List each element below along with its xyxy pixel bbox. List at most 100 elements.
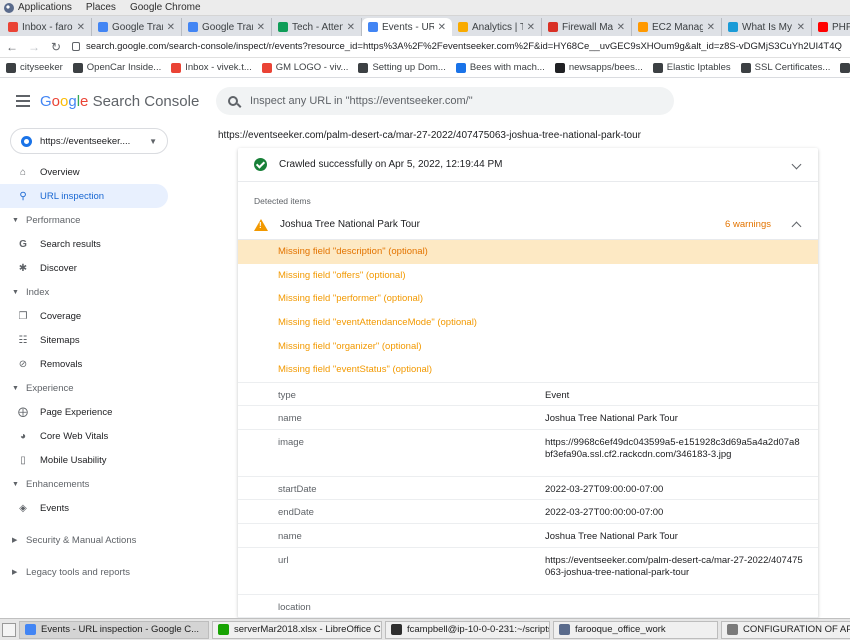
bookmark-item[interactable]: Inbox - vivek.t... bbox=[171, 62, 252, 73]
tab-label: Inbox - faro bbox=[22, 21, 73, 33]
bookmark-item[interactable]: SSL Certificates... bbox=[740, 62, 830, 73]
sidebar-item-sitemaps[interactable]: ☷ Sitemaps bbox=[0, 328, 168, 352]
section-index[interactable]: ▼ Index bbox=[0, 280, 178, 304]
browser-tab[interactable]: PHP ✕ bbox=[812, 18, 850, 36]
browser-tab[interactable]: Google Tran ✕ bbox=[182, 18, 272, 36]
sidebar-item-core-web-vitals[interactable]: ◕ Core Web Vitals bbox=[0, 424, 168, 448]
bookmark-label: Elastic Iptables bbox=[666, 62, 731, 73]
bookmark-icon bbox=[455, 62, 466, 73]
missing-field-warning[interactable]: Missing field "offers" (optional) bbox=[238, 264, 818, 288]
taskbar-window-button[interactable]: farooque_office_work bbox=[553, 620, 718, 639]
detected-item-row[interactable]: Joshua Tree National Park Tour 6 warning… bbox=[238, 210, 818, 240]
sidebar-item-discover[interactable]: ✱ Discover bbox=[0, 256, 168, 280]
search-console-logo[interactable]: Google Search Console bbox=[40, 93, 216, 110]
browser-tab[interactable]: Google Tran ✕ bbox=[92, 18, 182, 36]
copy-icon: ❐ bbox=[18, 310, 28, 322]
check-circle-icon bbox=[254, 158, 267, 171]
missing-field-warning[interactable]: Missing field "description" (optional) bbox=[238, 240, 818, 264]
browser-tab[interactable]: What Is My ✕ bbox=[722, 18, 812, 36]
missing-fields-list: Missing field "description" (optional) Mi… bbox=[238, 240, 818, 382]
home-icon: ⌂ bbox=[19, 166, 27, 178]
missing-field-warning[interactable]: Missing field "organizer" (optional) bbox=[238, 334, 818, 358]
os-menu-chrome[interactable]: Google Chrome bbox=[130, 2, 201, 13]
bookmark-label: Inbox - vivek.t... bbox=[185, 62, 252, 73]
property-selector[interactable]: https://eventseeker.... ▼ bbox=[10, 128, 168, 154]
menu-icon[interactable] bbox=[16, 95, 30, 107]
gsc-header: Google Search Console Inspect any URL in… bbox=[0, 78, 850, 124]
caret-down-icon: ▼ bbox=[12, 480, 19, 488]
close-icon[interactable]: ✕ bbox=[527, 22, 535, 33]
sidebar-item-mobile-usability[interactable]: ▯ Mobile Usability bbox=[0, 448, 168, 472]
missing-field-warning[interactable]: Missing field "performer" (optional) bbox=[238, 287, 818, 311]
warning-icon bbox=[254, 218, 268, 231]
close-icon[interactable]: ✕ bbox=[167, 22, 175, 33]
bookmark-item[interactable]: Elastic Iptables bbox=[652, 62, 731, 73]
crawl-status-row[interactable]: Crawled successfully on Apr 5, 2022, 12:… bbox=[238, 148, 818, 182]
browser-tab[interactable]: Inbox - faro ✕ bbox=[2, 18, 92, 36]
close-icon[interactable]: ✕ bbox=[617, 22, 625, 33]
section-legacy[interactable]: ▶ Legacy tools and reports bbox=[0, 560, 178, 584]
chevron-up-icon[interactable] bbox=[791, 221, 802, 232]
sidebar-item-url-inspection[interactable]: ⚲ URL inspection bbox=[0, 184, 168, 208]
tab-label: Google Tran bbox=[202, 21, 253, 33]
browser-tab[interactable]: Tech - Atten ✕ bbox=[272, 18, 362, 36]
bookmark-item[interactable]: cityseeker bbox=[6, 62, 63, 73]
browser-tab[interactable]: Firewall Ma ✕ bbox=[542, 18, 632, 36]
os-menu-places[interactable]: Places bbox=[86, 2, 116, 13]
close-icon[interactable]: ✕ bbox=[707, 22, 715, 33]
sidebar-item-coverage[interactable]: ❐ Coverage bbox=[0, 304, 168, 328]
close-icon[interactable]: ✕ bbox=[77, 22, 85, 33]
chevron-down-icon[interactable] bbox=[791, 159, 802, 170]
close-icon[interactable]: ✕ bbox=[438, 22, 446, 33]
tab-label: PHP bbox=[832, 21, 850, 33]
os-menu-applications[interactable]: Applications bbox=[18, 2, 72, 13]
browser-tab[interactable]: Events - UR ✕ bbox=[362, 18, 452, 36]
taskbar-window-button[interactable]: CONFIGURATION OF APACHI SS bbox=[721, 620, 850, 639]
taskbar-window-label: serverMar2018.xlsx - LibreOffice Calc bbox=[234, 624, 382, 635]
sidebar-item-search-results[interactable]: G Search results bbox=[0, 232, 168, 256]
dropdown-caret-icon: ▼ bbox=[149, 136, 157, 146]
lock-icon[interactable] bbox=[72, 42, 80, 51]
bookmark-item[interactable]: Setting up Dom... bbox=[358, 62, 446, 73]
taskbar-window-button[interactable]: serverMar2018.xlsx - LibreOffice Calc bbox=[212, 620, 382, 639]
property-label: https://eventseeker.... bbox=[40, 135, 131, 147]
sidebar-item-page-experience[interactable]: ⨁ Page Experience bbox=[0, 400, 168, 424]
taskbar-window-button[interactable]: fcampbell@ip-10-0-0-231:~/scripts bbox=[385, 620, 550, 639]
section-enhancements[interactable]: ▼ Enhancements bbox=[0, 472, 178, 496]
sitemap-icon: ☷ bbox=[18, 334, 28, 346]
close-icon[interactable]: ✕ bbox=[257, 22, 265, 33]
back-icon[interactable]: ← bbox=[6, 40, 18, 54]
bookmark-label: Bees with mach... bbox=[469, 62, 545, 73]
aws-icon bbox=[638, 22, 648, 32]
bookmark-item[interactable]: newsapps/bees... bbox=[554, 62, 643, 73]
close-icon[interactable]: ✕ bbox=[797, 22, 805, 33]
bookmark-item[interactable]: Bees with mach... bbox=[455, 62, 545, 73]
close-icon[interactable]: ✕ bbox=[347, 22, 355, 33]
detected-items-label: Detected items bbox=[254, 196, 311, 206]
show-desktop-button[interactable] bbox=[2, 622, 16, 637]
bookmark-item[interactable]: OpenCar Inside... bbox=[72, 62, 161, 73]
section-experience[interactable]: ▼ Experience bbox=[0, 376, 178, 400]
sidebar-item-overview[interactable]: ⌂ Overview bbox=[0, 160, 168, 184]
reload-icon[interactable]: ↻ bbox=[50, 40, 62, 54]
browser-tab[interactable]: EC2 Manage ✕ bbox=[632, 18, 722, 36]
search-placeholder: Inspect any URL in "https://eventseeker.… bbox=[250, 95, 473, 107]
taskbar: Events - URL inspection - Google C... se… bbox=[0, 618, 850, 640]
browser-tab[interactable]: Analytics | T ✕ bbox=[452, 18, 542, 36]
section-performance[interactable]: ▼ Performance bbox=[0, 208, 178, 232]
inspection-card: Crawled successfully on Apr 5, 2022, 12:… bbox=[238, 148, 818, 618]
address-bar[interactable]: search.google.com/search-console/inspect… bbox=[72, 41, 844, 52]
sidebar-item-events[interactable]: ◈ Events bbox=[0, 496, 168, 520]
missing-field-warning[interactable]: Missing field "eventAttendanceMode" (opt… bbox=[238, 311, 818, 335]
forward-icon[interactable]: → bbox=[28, 40, 40, 54]
google-translate-icon bbox=[188, 22, 198, 32]
bookmark-item[interactable]: GM LOGO - viv... bbox=[261, 62, 348, 73]
taskbar-window-label: farooque_office_work bbox=[575, 624, 666, 635]
sidebar-item-removals[interactable]: ⊘ Removals bbox=[0, 352, 168, 376]
missing-field-warning[interactable]: Missing field "eventStatus" (optional) bbox=[238, 358, 818, 382]
properties-list: type Event name Joshua Tree National Park T… bbox=[238, 381, 818, 618]
section-security[interactable]: ▶ Security & Manual Actions bbox=[0, 528, 178, 552]
taskbar-window-button[interactable]: Events - URL inspection - Google C... bbox=[19, 620, 209, 639]
bookmark-item[interactable]: B bbox=[840, 62, 850, 73]
inspect-url-search[interactable]: Inspect any URL in "https://eventseeker.… bbox=[216, 87, 674, 115]
